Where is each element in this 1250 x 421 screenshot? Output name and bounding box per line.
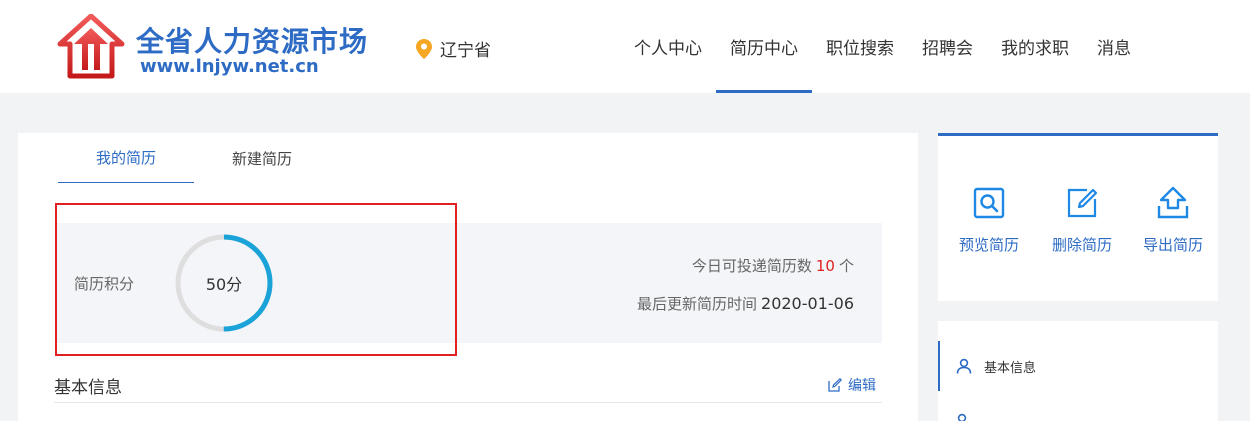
deliver-suffix: 个 (838, 257, 854, 275)
deliver-count: 10 (815, 257, 835, 275)
side-item-basic-info[interactable]: 基本信息 (938, 341, 1218, 391)
export-resume-button[interactable]: 导出简历 (1128, 186, 1218, 255)
resume-score-panel: 简历积分 50分 今日可投递简历数 10 个 最后更新简历时间 2020-01-06 (56, 223, 882, 343)
edit-square-icon (1067, 188, 1098, 218)
delete-resume-label: 删除简历 (1051, 236, 1112, 254)
side-menu-next-item-icon (957, 413, 967, 421)
side-item-basic-info-label: 基本信息 (984, 360, 1037, 376)
resume-side-menu: 基本信息 (938, 321, 1218, 421)
basic-info-section-header: 基本信息 编辑 (54, 361, 882, 403)
map-pin-icon (416, 38, 432, 59)
export-icon (1157, 186, 1189, 219)
export-resume-label: 导出简历 (1142, 236, 1203, 254)
last-update-info: 最后更新简历时间 2020-01-06 (637, 293, 854, 314)
nav-job-search[interactable]: 职位搜索 (812, 0, 908, 93)
location-label: 辽宁省 (440, 41, 491, 61)
tab-new-resume[interactable]: 新建简历 (194, 133, 330, 183)
resume-actions-card: 预览简历 删除简历 导出简历 (938, 133, 1218, 301)
score-value: 50分 (205, 275, 243, 294)
nav-job-fair[interactable]: 招聘会 (908, 0, 987, 93)
delete-resume-button[interactable]: 删除简历 (1037, 186, 1127, 255)
edit-icon (828, 378, 842, 392)
preview-resume-label: 预览简历 (958, 236, 1019, 254)
location-selector[interactable]: 辽宁省 (416, 36, 491, 61)
nav-messages[interactable]: 消息 (1083, 0, 1145, 93)
user-icon (956, 358, 972, 374)
nav-resume-center[interactable]: 简历中心 (716, 0, 812, 93)
brand-title[interactable]: 全省人力资源市场 (136, 20, 368, 60)
preview-icon (973, 187, 1005, 219)
resume-tabs: 我的简历 新建简历 (58, 133, 330, 183)
nav-personal-center[interactable]: 个人中心 (620, 0, 716, 93)
tab-my-resume[interactable]: 我的简历 (58, 133, 194, 183)
resume-main-panel: 我的简历 新建简历 简历积分 50分 今日可投递简历数 10 个 最后更新简历时间 2… (18, 133, 918, 421)
deliver-prefix: 今日可投递简历数 (691, 257, 812, 275)
main-nav: 个人中心 简历中心 职位搜索 招聘会 我的求职 消息 (620, 0, 1145, 93)
brand-logo-icon[interactable] (56, 14, 126, 80)
score-label: 简历积分 (74, 275, 135, 293)
edit-basic-info-button[interactable]: 编辑 (828, 375, 876, 395)
edit-label: 编辑 (848, 378, 876, 394)
daily-deliver-limit: 今日可投递简历数 10 个 (692, 255, 854, 276)
brand-url[interactable]: www.lnjyw.net.cn (140, 56, 319, 77)
basic-info-title: 基本信息 (54, 378, 122, 398)
header: 全省人力资源市场 www.lnjyw.net.cn 辽宁省 个人中心 简历中心 … (0, 0, 1250, 93)
nav-my-applications[interactable]: 我的求职 (987, 0, 1083, 93)
preview-resume-button[interactable]: 预览简历 (944, 186, 1034, 255)
update-prefix: 最后更新简历时间 (637, 295, 758, 313)
update-date: 2020-01-06 (761, 294, 854, 313)
